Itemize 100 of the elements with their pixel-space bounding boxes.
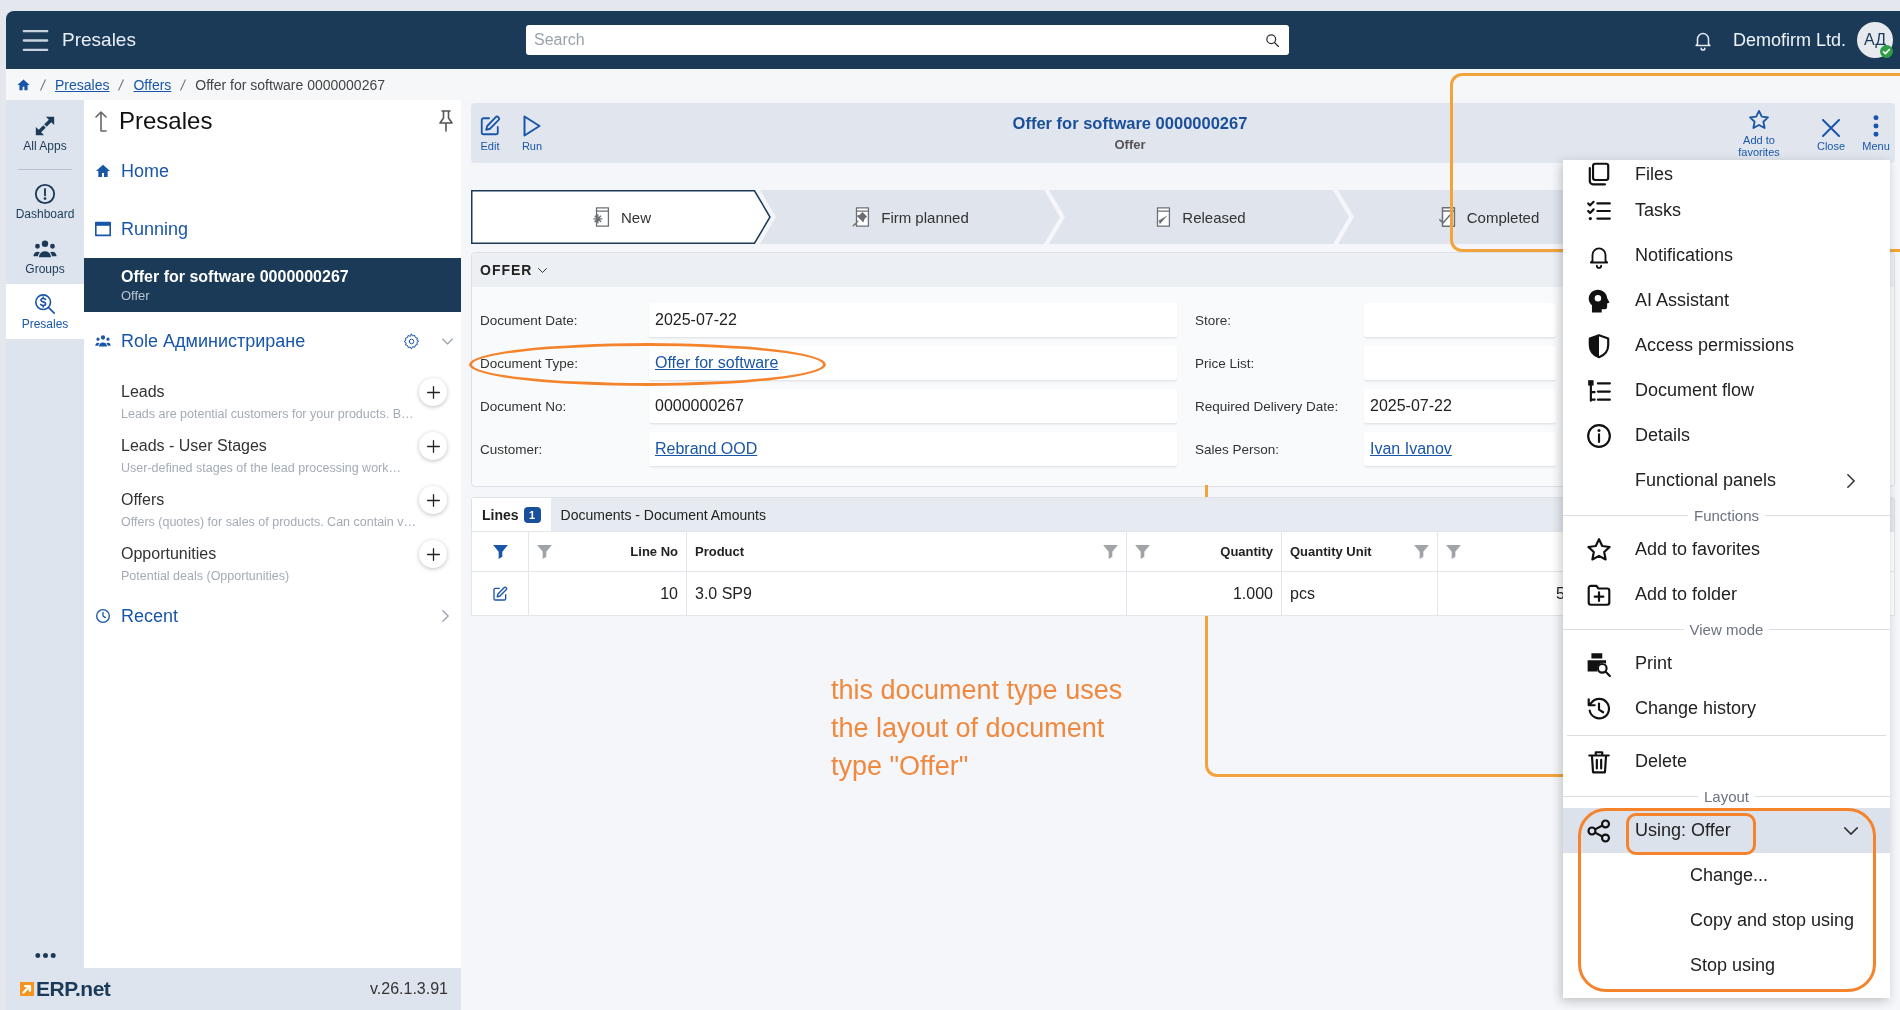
field-link[interactable]: Offer for software	[655, 354, 779, 372]
menu-link[interactable]: Offers	[121, 491, 415, 509]
menu-item[interactable]: Details	[1563, 413, 1890, 458]
column-header[interactable]: Line No	[528, 531, 687, 572]
toolbar-button[interactable]: Edit	[479, 114, 501, 152]
stage-step[interactable]: Firm planned	[760, 190, 1060, 244]
field-label: Document Type:	[480, 356, 580, 371]
menu-item[interactable]: Files	[1563, 160, 1890, 188]
toolbar-button[interactable]: Menu	[1861, 114, 1891, 152]
rail-item[interactable]: Dashboard	[6, 174, 84, 229]
edit-icon	[479, 114, 501, 137]
stage-step[interactable]: New	[471, 190, 771, 244]
search-icon[interactable]	[1265, 33, 1280, 48]
column-header[interactable]: Quantity	[1126, 531, 1282, 572]
menu-item[interactable]: Change history	[1563, 686, 1890, 731]
item-description: Potential deals (Opportunities)	[121, 568, 291, 585]
role-header[interactable]: Role Администриране	[84, 318, 461, 364]
nav-link[interactable]: Recent	[84, 598, 461, 634]
nav-link[interactable]: Running	[84, 206, 461, 252]
user-avatar[interactable]: АД	[1857, 22, 1893, 58]
share-icon	[1586, 817, 1612, 844]
value-field[interactable]: 0000000267	[649, 389, 1177, 424]
menu-item[interactable]: Add to favorites	[1563, 527, 1890, 572]
field-label: Price List:	[1195, 356, 1256, 371]
app-title: Presales	[62, 29, 136, 51]
arrow-up-icon[interactable]	[95, 110, 107, 132]
breadcrumb-separator	[118, 78, 125, 91]
gauge-icon	[33, 183, 57, 205]
breadcrumb-link[interactable]: Offers	[133, 76, 172, 93]
menu-link[interactable]: Leads - User Stages	[121, 437, 415, 455]
menu-item[interactable]: Copy and stop using	[1563, 898, 1890, 943]
breadcrumb-link[interactable]: Presales	[55, 76, 110, 93]
panel-title: Presales	[119, 107, 213, 135]
people-icon	[33, 238, 57, 260]
value-field[interactable]: Ivan Ivanov	[1364, 432, 1556, 467]
column-header[interactable]: Quantity Unit	[1281, 531, 1438, 572]
value-field[interactable]	[1364, 303, 1556, 338]
edit-icon[interactable]	[492, 586, 508, 603]
logo-text: ERP.net	[36, 977, 111, 1001]
value-field[interactable]	[1364, 346, 1556, 381]
toolbar-button[interactable]: Run	[521, 114, 543, 152]
tab[interactable]: Lines 1	[472, 498, 551, 531]
dollar-search-icon	[33, 293, 57, 315]
menu-item[interactable]: Print	[1563, 641, 1890, 686]
menu-icon[interactable]	[22, 29, 49, 51]
toolbar-button[interactable]: Add to favorites	[1729, 108, 1789, 158]
close-icon	[1822, 118, 1840, 137]
field-link[interactable]: Ivan Ivanov	[1370, 440, 1452, 458]
menu-link[interactable]: Leads	[121, 383, 415, 401]
tab[interactable]: Documents - Document Amounts	[550, 498, 776, 531]
document-subtitle: Offer	[1114, 136, 1146, 153]
plus-icon	[426, 493, 440, 507]
menu-item[interactable]: Functional panels	[1563, 458, 1890, 503]
home-icon[interactable]	[16, 77, 31, 92]
toolbar-button[interactable]: Close	[1811, 114, 1851, 152]
value-field[interactable]: 2025-07-22	[1364, 389, 1556, 424]
stage-step[interactable]: Released	[1049, 190, 1349, 244]
rail-item[interactable]: Groups	[6, 229, 84, 284]
field-label: Required Delivery Date:	[1195, 399, 1340, 414]
field-label: Customer:	[480, 442, 544, 457]
field-link[interactable]: Rebrand OOD	[655, 440, 758, 458]
people-icon	[95, 333, 111, 349]
item-description: User-defined stages of the lead processing work…	[121, 460, 402, 477]
company-name[interactable]: Demofirm Ltd.	[1732, 29, 1846, 51]
window-icon	[95, 221, 111, 237]
document-title: Offer for software 0000000267	[1012, 113, 1248, 133]
add-button[interactable]	[419, 540, 447, 568]
info-icon	[1586, 422, 1612, 449]
version-label: v.26.1.3.91	[370, 980, 448, 998]
clock-icon	[95, 608, 111, 624]
running-item[interactable]: Offer for software 0000000267 Offer	[84, 258, 461, 312]
search-field[interactable]: Search	[526, 25, 1289, 55]
menu-item[interactable]: Delete	[1563, 739, 1890, 784]
value-field[interactable]: 2025-07-22	[649, 303, 1177, 338]
add-button[interactable]	[419, 486, 447, 514]
menu-section-heading: Functions	[1693, 506, 1761, 524]
field-label: Sales Person:	[1195, 442, 1281, 457]
filter-icon[interactable]	[492, 545, 508, 560]
value-field[interactable]: Offer for software	[649, 346, 1177, 381]
rail-item[interactable]: Presales	[6, 284, 84, 339]
menu-link[interactable]: Opportunities	[121, 545, 415, 563]
add-button[interactable]	[419, 432, 447, 460]
menu-section-heading: Layout	[1703, 787, 1751, 805]
menu-item[interactable]: Stop using	[1563, 943, 1890, 988]
nav-link[interactable]: Home	[84, 148, 461, 194]
count-badge: 1	[523, 506, 541, 523]
rail-item[interactable]: All Apps	[6, 106, 84, 161]
item-description: Offers (quotes) for sales of products. Can contain v…	[121, 514, 418, 531]
column-header[interactable]: Product	[686, 531, 1127, 572]
settings-icon[interactable]	[403, 332, 420, 350]
menu-item[interactable]: Change...	[1563, 853, 1890, 898]
more-icon[interactable]	[34, 953, 56, 958]
breadcrumb-current: Offer for software 0000000267	[195, 76, 385, 93]
add-button[interactable]	[419, 378, 447, 406]
value-field[interactable]: Rebrand OOD	[649, 432, 1177, 467]
plus-icon	[426, 385, 440, 399]
menu-item[interactable]: Access permissions	[1563, 323, 1890, 368]
table-cell: 1.000	[1126, 571, 1282, 616]
pin-icon[interactable]	[439, 110, 453, 132]
menu-item[interactable]: Document flow	[1563, 368, 1890, 413]
